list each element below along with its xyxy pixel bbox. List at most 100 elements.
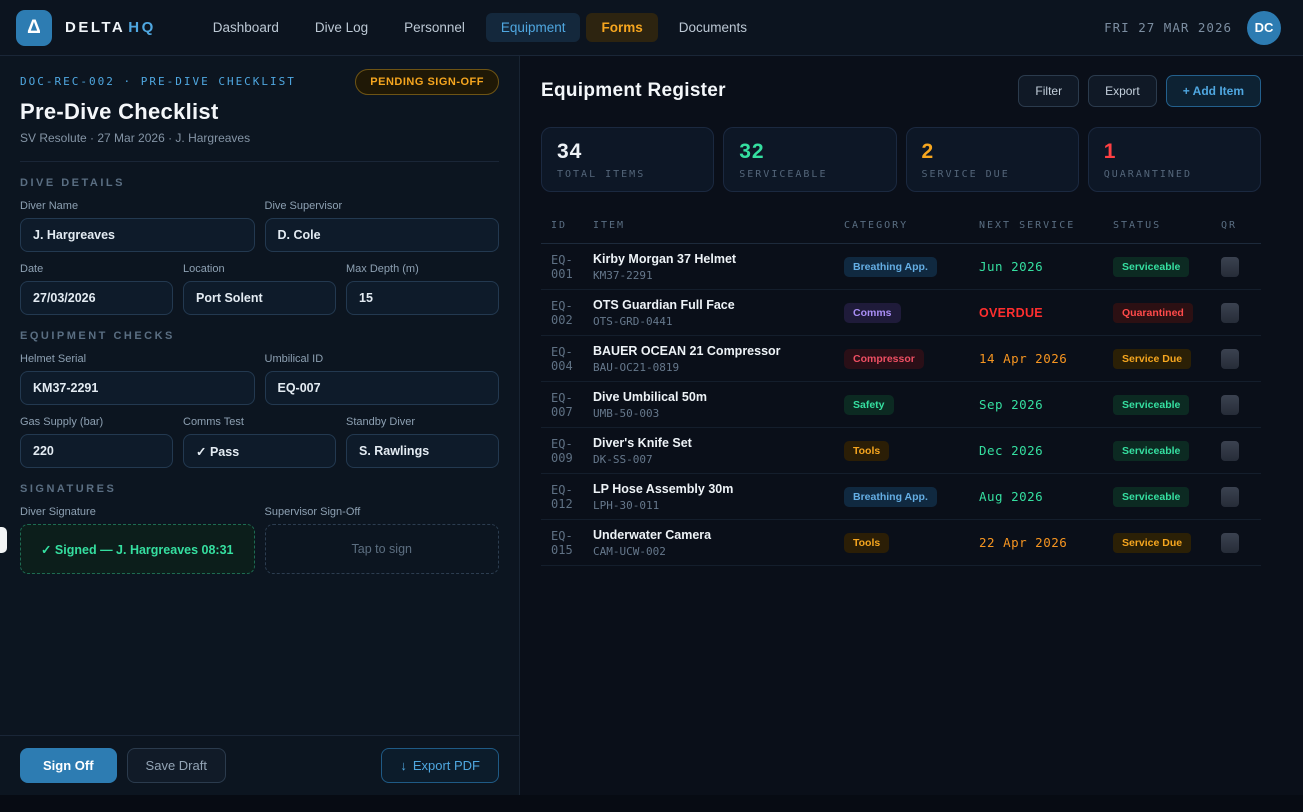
table-row[interactable]: EQ-009Diver's Knife SetDK-SS-007ToolsDec… bbox=[541, 428, 1261, 474]
item-name: Kirby Morgan 37 Helmet bbox=[593, 252, 844, 266]
item-code: CAM-UCW-002 bbox=[593, 545, 844, 558]
status-cell: Serviceable bbox=[1113, 257, 1221, 277]
category-badge: Breathing App. bbox=[844, 257, 937, 277]
date-label: Date bbox=[20, 263, 173, 275]
dive-supervisor-label: Dive Supervisor bbox=[265, 200, 500, 212]
stat-value: 1 bbox=[1104, 140, 1245, 164]
add-item-button[interactable]: + Add Item bbox=[1166, 75, 1261, 107]
diver-name-field: Diver Name bbox=[20, 200, 255, 252]
table-row[interactable]: EQ-015Underwater CameraCAM-UCW-002Tools2… bbox=[541, 520, 1261, 566]
category-cell: Compressor bbox=[844, 349, 979, 369]
checklist-panel: DOC-REC-002 · PRE-DIVE CHECKLIST PENDING… bbox=[0, 56, 520, 795]
register-header: Equipment Register Filter Export + Add I… bbox=[541, 75, 1261, 107]
brand-accent-text: HQ bbox=[128, 19, 156, 36]
qr-code-icon[interactable] bbox=[1221, 487, 1239, 507]
export-button[interactable]: Export bbox=[1088, 75, 1157, 107]
section-heading-equipment-checks: EQUIPMENT CHECKS bbox=[20, 330, 499, 342]
umbilical-id-field: Umbilical ID bbox=[265, 353, 500, 405]
comms-test-field: Comms Test bbox=[183, 416, 336, 468]
topbar: Δ DELTAHQ Dashboard Dive Log Personnel E… bbox=[0, 0, 1303, 56]
category-cell: Comms bbox=[844, 303, 979, 323]
qr-cell bbox=[1221, 533, 1261, 553]
umbilical-id-label: Umbilical ID bbox=[265, 353, 500, 365]
gas-supply-input[interactable] bbox=[20, 434, 173, 468]
diver-name-input[interactable] bbox=[20, 218, 255, 252]
standby-diver-label: Standby Diver bbox=[346, 416, 499, 428]
qr-code-icon[interactable] bbox=[1221, 533, 1239, 553]
location-label: Location bbox=[183, 263, 336, 275]
gas-supply-label: Gas Supply (bar) bbox=[20, 416, 173, 428]
table-row[interactable]: EQ-002OTS Guardian Full FaceOTS-GRD-0441… bbox=[541, 290, 1261, 336]
qr-cell bbox=[1221, 303, 1261, 323]
qr-code-icon[interactable] bbox=[1221, 303, 1239, 323]
save-draft-button[interactable]: Save Draft bbox=[127, 748, 226, 783]
standby-diver-input[interactable] bbox=[346, 434, 499, 468]
column-item: ITEM bbox=[593, 220, 844, 231]
category-cell: Safety bbox=[844, 395, 979, 415]
item-id: EQ-004 bbox=[541, 345, 593, 373]
stat-value: 2 bbox=[922, 140, 1063, 164]
nav-dive-log[interactable]: Dive Log bbox=[300, 13, 383, 42]
umbilical-id-input[interactable] bbox=[265, 371, 500, 405]
comms-test-input[interactable] bbox=[183, 434, 336, 468]
category-badge: Tools bbox=[844, 533, 889, 553]
item-cell: Diver's Knife SetDK-SS-007 bbox=[593, 436, 844, 466]
equipment-table-rows: EQ-001Kirby Morgan 37 HelmetKM37-2291Bre… bbox=[541, 244, 1261, 566]
export-pdf-label: Export PDF bbox=[413, 758, 480, 773]
nav-dashboard[interactable]: Dashboard bbox=[198, 13, 294, 42]
nav-forms[interactable]: Forms bbox=[586, 13, 657, 42]
table-row[interactable]: EQ-001Kirby Morgan 37 HelmetKM37-2291Bre… bbox=[541, 244, 1261, 290]
stat-value: 34 bbox=[557, 140, 698, 164]
item-id: EQ-007 bbox=[541, 391, 593, 419]
category-badge: Compressor bbox=[844, 349, 924, 369]
filter-button[interactable]: Filter bbox=[1018, 75, 1079, 107]
location-field: Location bbox=[183, 263, 336, 315]
sign-off-button[interactable]: Sign Off bbox=[20, 748, 117, 783]
stat-quarantined: 1 QUARANTINED bbox=[1088, 127, 1261, 192]
status-cell: Serviceable bbox=[1113, 441, 1221, 461]
nav-documents[interactable]: Documents bbox=[664, 13, 762, 42]
item-code: UMB-50-003 bbox=[593, 407, 844, 420]
qr-code-icon[interactable] bbox=[1221, 395, 1239, 415]
panel-drag-handle[interactable] bbox=[0, 527, 7, 553]
nav-equipment[interactable]: Equipment bbox=[486, 13, 581, 42]
helmet-serial-input[interactable] bbox=[20, 371, 255, 405]
nav-personnel[interactable]: Personnel bbox=[389, 13, 480, 42]
item-id: EQ-015 bbox=[541, 529, 593, 557]
status-cell: Serviceable bbox=[1113, 487, 1221, 507]
diver-signature-pad[interactable]: ✓ Signed — J. Hargreaves 08:31 bbox=[20, 524, 255, 574]
item-cell: OTS Guardian Full FaceOTS-GRD-0441 bbox=[593, 298, 844, 328]
supervisor-signature-pad[interactable]: Tap to sign bbox=[265, 524, 500, 574]
dive-supervisor-input[interactable] bbox=[265, 218, 500, 252]
download-icon: ↓ bbox=[400, 758, 407, 773]
item-code: KM37-2291 bbox=[593, 269, 844, 282]
export-pdf-button[interactable]: ↓ Export PDF bbox=[381, 748, 499, 783]
item-cell: Dive Umbilical 50m UMB-50-003 bbox=[593, 390, 844, 420]
table-row[interactable]: EQ-007Dive Umbilical 50m UMB-50-003Safety… bbox=[541, 382, 1261, 428]
equipment-table: ID ITEM CATEGORY NEXT SERVICE STATUS QR … bbox=[541, 208, 1261, 566]
qr-code-icon[interactable] bbox=[1221, 257, 1239, 277]
status-badge: Quarantined bbox=[1113, 303, 1193, 323]
column-qr: QR bbox=[1221, 220, 1261, 231]
date-input[interactable] bbox=[20, 281, 173, 315]
table-row[interactable]: EQ-012LP Hose Assembly 30mLPH-30-011Brea… bbox=[541, 474, 1261, 520]
user-avatar[interactable]: DC bbox=[1247, 11, 1281, 45]
status-badge: Serviceable bbox=[1113, 487, 1189, 507]
checklist-footer: Sign Off Save Draft ↓ Export PDF bbox=[0, 735, 519, 795]
location-input[interactable] bbox=[183, 281, 336, 315]
item-id: EQ-009 bbox=[541, 437, 593, 465]
qr-code-icon[interactable] bbox=[1221, 349, 1239, 369]
helmet-serial-field: Helmet Serial bbox=[20, 353, 255, 405]
breadcrumb: DOC-REC-002 · PRE-DIVE CHECKLIST bbox=[20, 69, 296, 88]
category-badge: Breathing App. bbox=[844, 487, 937, 507]
page-title: Pre-Dive Checklist bbox=[20, 99, 499, 125]
qr-code-icon[interactable] bbox=[1221, 441, 1239, 461]
next-service: Jun 2026 bbox=[979, 259, 1113, 274]
stat-total-items: 34 TOTAL ITEMS bbox=[541, 127, 714, 192]
stat-serviceable: 32 SERVICEABLE bbox=[723, 127, 896, 192]
item-name: Dive Umbilical 50m bbox=[593, 390, 844, 404]
max-depth-input[interactable] bbox=[346, 281, 499, 315]
section-heading-dive-details: DIVE DETAILS bbox=[20, 177, 499, 189]
item-id: EQ-002 bbox=[541, 299, 593, 327]
table-row[interactable]: EQ-004BAUER OCEAN 21 CompressorBAU-OC21-… bbox=[541, 336, 1261, 382]
